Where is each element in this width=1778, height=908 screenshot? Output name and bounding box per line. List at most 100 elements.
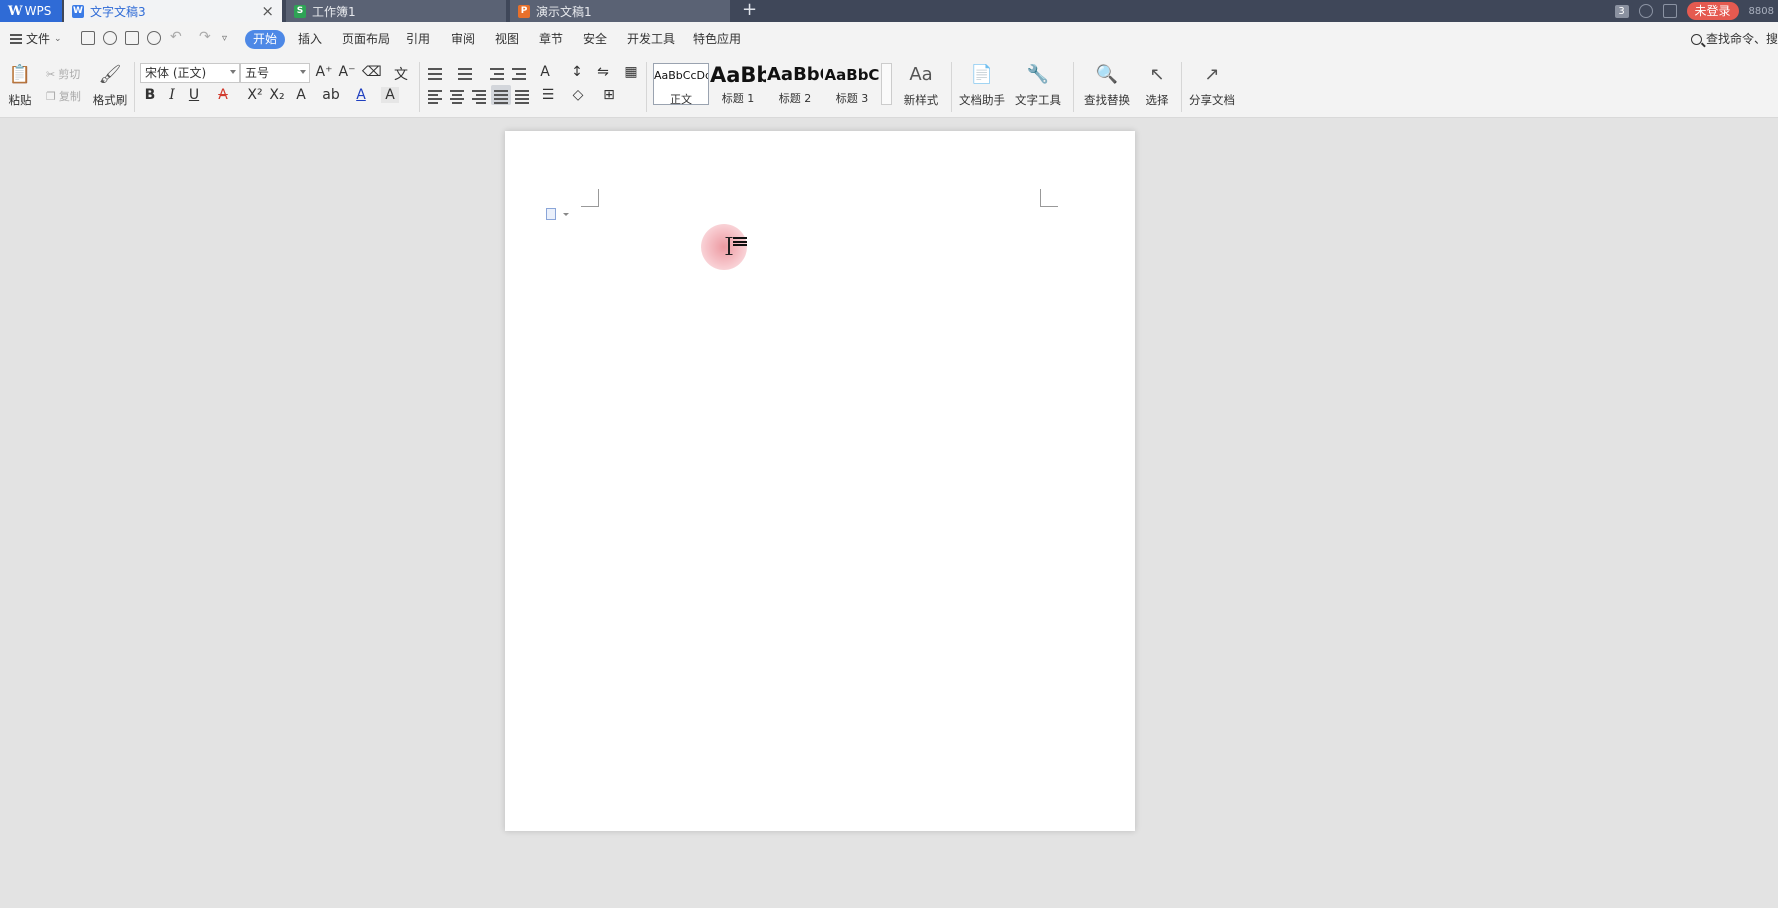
- font-color-icon[interactable]: A: [352, 87, 370, 103]
- print-preview-icon[interactable]: [147, 31, 161, 45]
- underline-icon[interactable]: U: [185, 87, 203, 103]
- character-shading-icon[interactable]: A: [381, 87, 399, 103]
- line-spacing-icon[interactable]: ☰: [539, 87, 557, 103]
- bold-icon[interactable]: B: [141, 87, 159, 103]
- print-icon[interactable]: [125, 31, 139, 45]
- line-spacing-toggle-icon[interactable]: ⇋: [594, 64, 612, 80]
- subscript-icon[interactable]: X₂: [268, 87, 286, 103]
- decrease-font-icon[interactable]: A⁻: [338, 64, 356, 80]
- chevron-down-icon: ⌄: [54, 34, 62, 44]
- tab-review[interactable]: 审阅: [443, 30, 483, 49]
- strikethrough-icon[interactable]: A: [214, 87, 232, 103]
- align-left-icon[interactable]: [428, 89, 444, 104]
- save-icon[interactable]: [81, 31, 95, 45]
- doc-assistant-icon: 📄: [970, 63, 994, 85]
- copy-icon: ❐: [46, 89, 56, 103]
- paste-button[interactable]: 📋 粘贴: [4, 62, 36, 108]
- hamburger-icon: [10, 34, 22, 44]
- chevron-down-icon: [300, 70, 306, 74]
- text-effect-icon[interactable]: A: [292, 87, 310, 103]
- cut-button[interactable]: ✂ 剪切: [46, 66, 80, 82]
- borders-icon[interactable]: ⊞: [600, 87, 618, 103]
- share-icon: ↗: [1204, 63, 1220, 85]
- file-menu-button[interactable]: 文件 ⌄: [10, 30, 62, 48]
- tab-security[interactable]: 安全: [575, 30, 615, 49]
- align-right-icon[interactable]: [472, 89, 488, 104]
- font-size-select[interactable]: 五号: [240, 63, 310, 83]
- clipboard-icon: 📋: [8, 63, 32, 85]
- tab-references[interactable]: 引用: [398, 30, 438, 49]
- command-search[interactable]: 查找命令、搜: [1690, 30, 1778, 48]
- decrease-indent-icon[interactable]: [490, 66, 506, 80]
- tab-presentation-label: 演示文稿1: [536, 4, 592, 19]
- margin-corner-top-left: [581, 189, 599, 207]
- new-tab-plus-icon[interactable]: +: [742, 0, 757, 20]
- share-doc-button[interactable]: ↗ 分享文档: [1188, 62, 1236, 108]
- highlight-icon[interactable]: ab: [322, 87, 340, 103]
- divider: [1181, 62, 1182, 112]
- feedback-icon[interactable]: [1662, 4, 1677, 18]
- close-icon[interactable]: ×: [261, 2, 274, 20]
- numbered-list-icon[interactable]: [458, 66, 474, 80]
- undo-icon[interactable]: ↶: [170, 28, 182, 46]
- table-grid-icon[interactable]: ▦: [622, 64, 640, 80]
- customize-toolbar-icon[interactable]: ▿: [222, 30, 227, 48]
- style-normal[interactable]: AaBbCcDd 正文: [653, 63, 709, 106]
- style-heading-1-preview: AaBb: [710, 63, 766, 87]
- new-style-button[interactable]: Aa 新样式: [898, 62, 944, 108]
- tab-insert[interactable]: 插入: [290, 30, 330, 49]
- tab-presentation[interactable]: P 演示文稿1: [510, 0, 730, 22]
- tab-chapter[interactable]: 章节: [531, 30, 571, 49]
- document-canvas[interactable]: [0, 118, 1778, 908]
- paragraph-layout-icon[interactable]: [546, 208, 556, 220]
- login-button[interactable]: 未登录: [1686, 2, 1739, 20]
- doc-assistant-button[interactable]: 📄 文档助手: [958, 62, 1006, 108]
- style-heading-3-preview: AaBbC: [824, 66, 880, 84]
- align-center-icon[interactable]: [450, 89, 466, 104]
- redo-icon[interactable]: ↷: [199, 28, 211, 46]
- chevron-down-icon[interactable]: [563, 213, 569, 216]
- text-tools-label: 文字工具: [1015, 93, 1061, 107]
- format-painter-label: 格式刷: [92, 93, 128, 107]
- bullet-list-icon[interactable]: [428, 66, 444, 80]
- clear-format-icon[interactable]: ⌫: [362, 64, 382, 80]
- italic-icon[interactable]: I: [163, 87, 181, 103]
- sort-icon[interactable]: ↕: [568, 64, 586, 80]
- tab-home[interactable]: 开始: [245, 30, 286, 49]
- tab-spreadsheet[interactable]: S 工作簿1: [286, 0, 506, 22]
- doc-assistant-label: 文档助手: [959, 93, 1005, 107]
- distributed-align-icon[interactable]: [515, 89, 531, 104]
- window-count-badge[interactable]: 3: [1614, 4, 1629, 18]
- style-heading-1[interactable]: AaBb 标题 1: [710, 63, 766, 105]
- style-heading-2[interactable]: AaBbC 标题 2: [767, 63, 823, 105]
- find-replace-button[interactable]: 🔍 查找替换: [1080, 62, 1134, 108]
- style-heading-3[interactable]: AaBbC 标题 3: [824, 63, 880, 105]
- skin-icon[interactable]: [1638, 4, 1653, 18]
- font-name-select[interactable]: 宋体 (正文): [140, 63, 240, 83]
- shading-fill-icon[interactable]: ◇: [569, 87, 587, 103]
- format-painter-small-icon[interactable]: [103, 31, 117, 45]
- tab-document[interactable]: W 文字文稿3 ×: [64, 0, 282, 22]
- superscript-icon[interactable]: X²: [246, 87, 264, 103]
- phonetic-guide-icon[interactable]: 文: [389, 64, 413, 84]
- tab-view[interactable]: 视图: [487, 30, 527, 49]
- new-style-icon: Aa: [909, 63, 933, 85]
- select-button[interactable]: ↖ 选择: [1140, 62, 1174, 108]
- increase-indent-icon[interactable]: [512, 66, 528, 80]
- text-tools-button[interactable]: 🔧 文字工具: [1010, 62, 1066, 108]
- tab-page-layout[interactable]: 页面布局: [334, 30, 398, 49]
- document-page[interactable]: [505, 131, 1135, 831]
- increase-font-icon[interactable]: A⁺: [315, 64, 333, 80]
- text-direction-icon[interactable]: A: [536, 64, 554, 80]
- style-gallery-scroll[interactable]: [881, 63, 892, 105]
- tab-developer-tools[interactable]: 开发工具: [619, 30, 683, 49]
- format-painter-button[interactable]: 🖌 格式刷: [92, 62, 128, 108]
- tab-special-apps[interactable]: 特色应用: [685, 30, 749, 49]
- justify-icon[interactable]: [491, 85, 511, 105]
- writer-doc-icon: W: [72, 4, 84, 18]
- command-search-label: 查找命令、搜: [1705, 32, 1778, 46]
- divider: [134, 62, 135, 112]
- copy-button[interactable]: ❐ 复制: [46, 88, 81, 104]
- wps-home-tab[interactable]: W WPS: [0, 0, 62, 22]
- search-icon: [1690, 33, 1702, 45]
